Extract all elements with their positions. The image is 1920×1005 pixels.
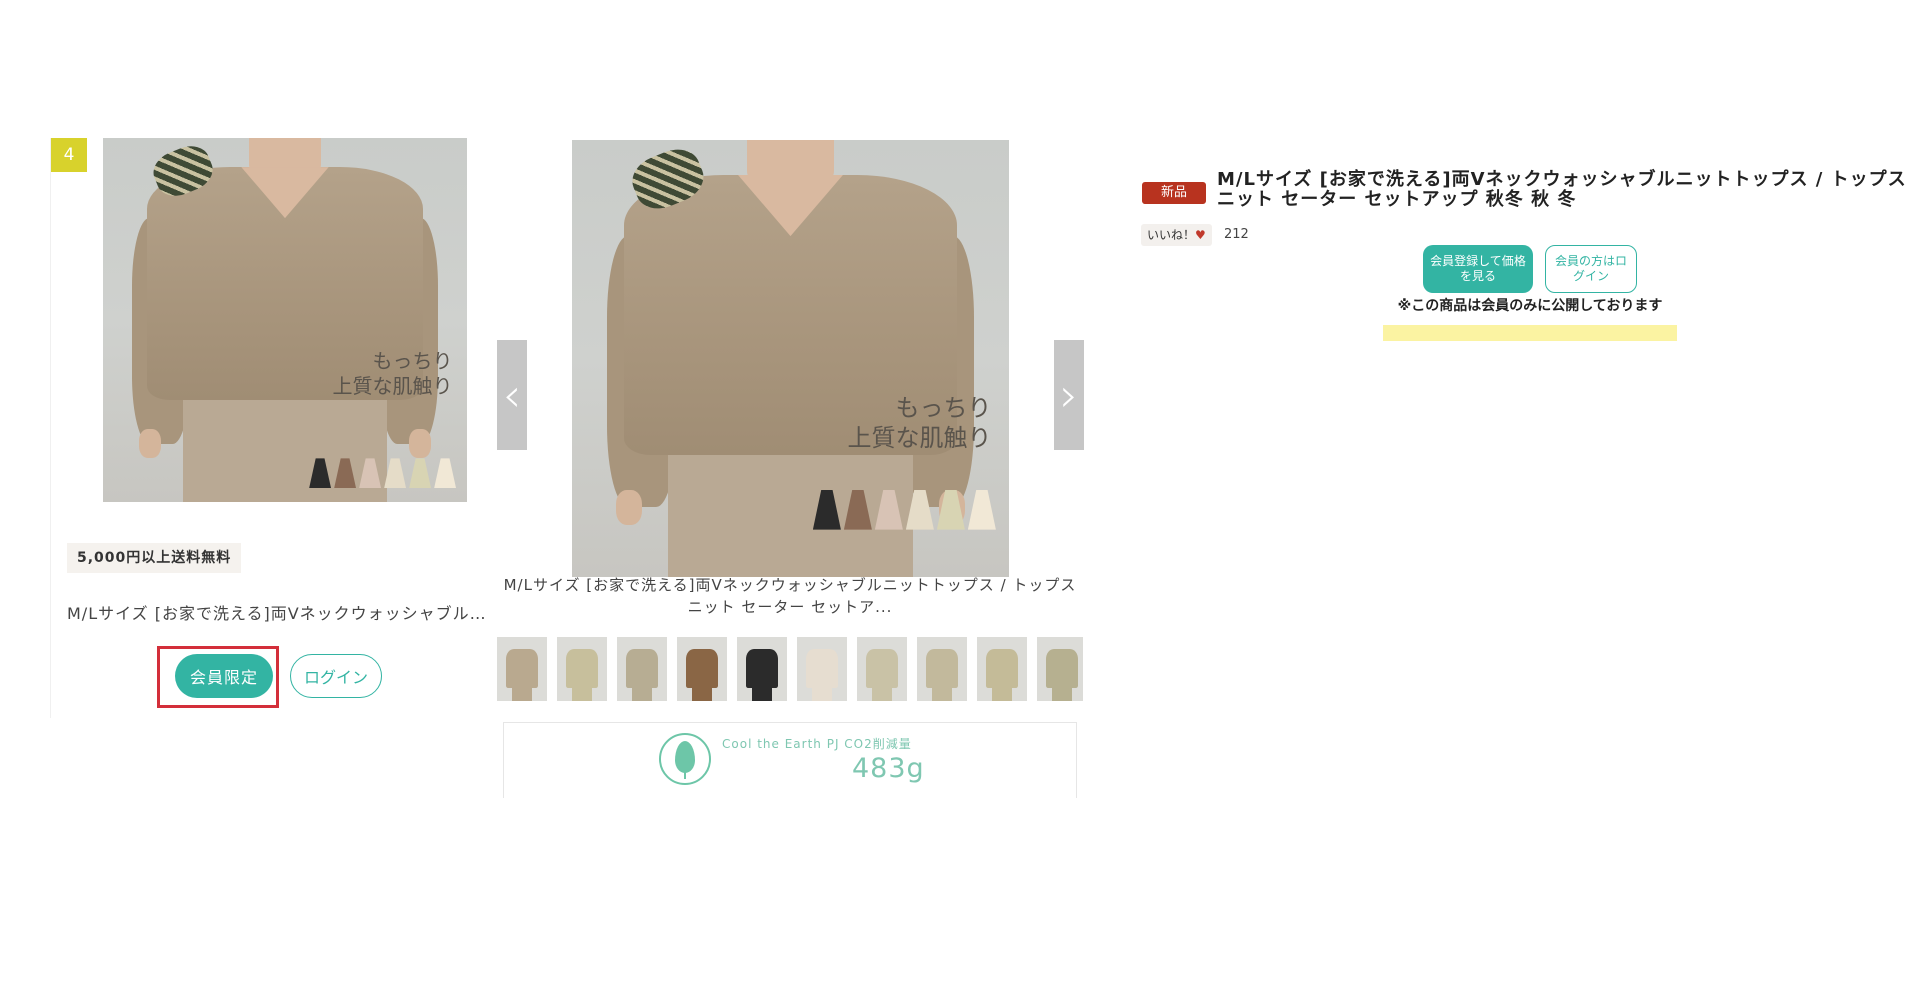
gallery-thumbnail[interactable] [917, 637, 967, 701]
color-swatch [384, 458, 407, 489]
color-swatch [409, 458, 432, 489]
like-count: 212 [1224, 227, 1249, 242]
product-card[interactable]: 4 もっちり 上質な肌触り 5,000円以上送料無料 M/Lサイズ [お家で洗え… [50, 138, 493, 718]
card-login-button[interactable]: ログイン [290, 654, 382, 698]
gallery-next-arrow[interactable]: › [1054, 340, 1084, 450]
register-to-see-price-button[interactable]: 会員登録して価格を見る [1423, 245, 1533, 293]
gallery-thumbnail[interactable] [497, 637, 547, 701]
new-badge: 新品 [1142, 182, 1206, 204]
chevron-left-icon: ‹ [502, 368, 522, 422]
gallery-thumbnail[interactable] [677, 637, 727, 701]
color-swatch [434, 458, 457, 489]
leaf-icon [659, 733, 711, 785]
like-badge[interactable]: いいね！♥ [1141, 224, 1212, 246]
color-swatch [812, 489, 841, 530]
heart-icon: ♥ [1195, 228, 1206, 242]
page: 4 もっちり 上質な肌触り 5,000円以上送料無料 M/Lサイズ [お家で洗え… [0, 0, 1920, 1005]
co2-value: 483g [852, 753, 925, 784]
members-only-button[interactable]: 会員限定 [175, 654, 273, 698]
color-swatch [334, 458, 357, 489]
gallery-main-image[interactable]: もっちり 上質な肌触り [572, 140, 1009, 577]
gallery-thumbnail[interactable] [857, 637, 907, 701]
gallery-prev-arrow[interactable]: ‹ [497, 340, 527, 450]
gallery-thumbnail[interactable] [737, 637, 787, 701]
product-card-image[interactable]: もっちり 上質な肌触り [103, 138, 467, 502]
like-label: いいね！ [1147, 228, 1196, 242]
gallery-thumbnails [497, 637, 1083, 701]
members-note-highlight [1383, 325, 1677, 341]
color-swatch [936, 489, 965, 530]
gallery-thumbnail[interactable] [977, 637, 1027, 701]
members-only-note: ※この商品は会員のみに公開しております [1397, 298, 1663, 314]
gallery-thumbnail[interactable] [1037, 637, 1083, 701]
color-swatches [309, 458, 457, 489]
color-swatch [843, 489, 872, 530]
rank-badge: 4 [51, 138, 87, 172]
member-login-button[interactable]: 会員の方はログイン [1545, 245, 1637, 293]
chevron-right-icon: › [1059, 368, 1079, 422]
product-card-title[interactable]: M/Lサイズ [お家で洗える]両Vネックウォッシャブルニットトップス / トップ… [67, 600, 491, 624]
free-shipping-badge: 5,000円以上送料無料 [67, 543, 242, 573]
color-swatch [905, 489, 934, 530]
gallery-caption: M/Lサイズ [お家で洗える]両Vネックウォッシャブルニットトップス / トップ… [503, 576, 1077, 616]
gallery-image-tagline: もっちり 上質な肌触り [847, 394, 992, 453]
color-swatch [309, 458, 332, 489]
image-tagline: もっちり 上質な肌触り [332, 349, 453, 399]
gallery-color-swatches [812, 489, 996, 530]
color-swatch [967, 489, 996, 530]
gallery-thumbnail[interactable] [617, 637, 667, 701]
product-title: M/Lサイズ [お家で洗える]両Vネックウォッシャブルニットトップス / トップ… [1217, 169, 1907, 210]
gallery-thumbnail[interactable] [797, 637, 847, 701]
color-swatch [874, 489, 903, 530]
gallery-thumbnail[interactable] [557, 637, 607, 701]
co2-label: Cool the Earth PJ CO2削減量 [722, 737, 912, 751]
co2-reduction-panel: Cool the Earth PJ CO2削減量 483g [503, 722, 1077, 798]
color-swatch [359, 458, 382, 489]
